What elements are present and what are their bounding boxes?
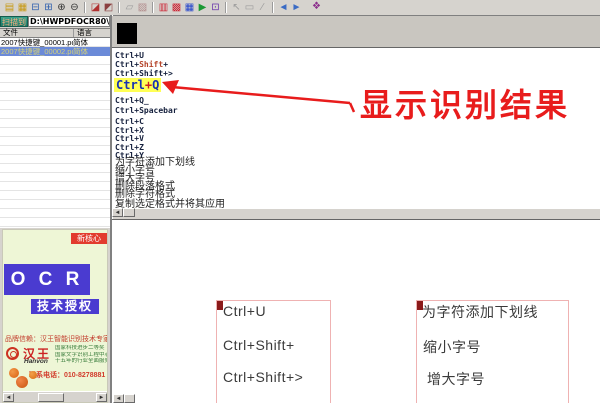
hanvon-ad-banner[interactable]: 新核心 O C R 技术授权 品牌信赖：汉王智能识别技术专家 汉王 Hanvon… bbox=[2, 229, 108, 403]
table-row-selected[interactable]: 2007快捷键_00002.pdf 简体 bbox=[0, 47, 110, 56]
ocr-app-window: ▤ ▦ ⊟ ⊞ ⊕ ⊖ ◪ ◩ ▱ ▨ ▥ ▩ ▦ ▶ ⊡ ↖ ▭ ∕ ◄ ► … bbox=[0, 0, 600, 403]
open-image-icon[interactable]: ▤ bbox=[3, 2, 16, 14]
annotation-label: 显示识别结果 bbox=[360, 80, 570, 126]
ad-phone-number: 联系电话：010-8278881 bbox=[29, 370, 105, 380]
ad-brand-name-en: Hanvon bbox=[24, 358, 48, 365]
file-list: 2007快捷键_00001.pdf 简体 2007快捷键_00002.pdf 简… bbox=[0, 38, 110, 228]
page-thumbnail-strip bbox=[112, 16, 600, 48]
image-text: 为字符添加下划线 bbox=[422, 302, 538, 322]
scroll-left-icon[interactable]: ◄ bbox=[3, 393, 14, 402]
recognition-zone[interactable]: 为字符添加下划线 缩小字号 增大字号 bbox=[416, 300, 569, 403]
toolbar-separator bbox=[225, 2, 227, 13]
result-line[interactable]: Ctrl+V bbox=[115, 134, 144, 143]
image-text: Ctrl+Shift+> bbox=[223, 369, 303, 385]
hanvon-logo-icon[interactable]: ❖ bbox=[310, 1, 323, 13]
ad-badge: 新核心 bbox=[71, 233, 107, 244]
pick-zone-icon[interactable]: ⊡ bbox=[209, 2, 222, 14]
table-row[interactable]: 2007快捷键_00001.pdf 简体 bbox=[0, 38, 110, 47]
file-language: 简体 bbox=[73, 38, 110, 47]
scrollbar-thumb[interactable] bbox=[38, 393, 64, 402]
textpane-horizontal-scrollbar[interactable]: ◄ bbox=[112, 208, 135, 217]
zone-image-icon[interactable]: ▩ bbox=[170, 2, 183, 14]
open-folder-icon[interactable]: ▦ bbox=[16, 2, 29, 14]
scan-page-icon[interactable]: ⊟ bbox=[29, 2, 42, 14]
ad-horizontal-scrollbar[interactable]: ◄ ► bbox=[3, 391, 107, 403]
file-table-header: 文件 语言 bbox=[0, 28, 110, 38]
result-line[interactable]: Ctrl+Shift+ bbox=[115, 60, 168, 69]
ad-credit-line: 国家科技进步二等奖 bbox=[55, 345, 108, 352]
toolbar-separator bbox=[272, 2, 274, 13]
ad-tagline: 品牌信赖：汉王智能识别技术专家 bbox=[5, 334, 107, 344]
image-text: Ctrl+U bbox=[223, 303, 266, 319]
zone-text-icon[interactable]: ▥ bbox=[157, 2, 170, 14]
scan-to-button[interactable]: 扫描到 bbox=[0, 16, 28, 27]
fruit-decoration bbox=[29, 371, 37, 379]
select-tool-icon: ▱ bbox=[123, 2, 136, 14]
toolbar-separator bbox=[84, 2, 86, 13]
scan-batch-icon[interactable]: ⊞ bbox=[42, 2, 55, 14]
pointer-icon: ↖ bbox=[230, 2, 243, 14]
suspect-char[interactable]: Shift bbox=[139, 60, 163, 69]
ad-credit-line: 十五年的行业全面服务 bbox=[55, 358, 108, 365]
scroll-left-icon[interactable]: ◄ bbox=[112, 208, 123, 217]
image-text: Ctrl+Shift+ bbox=[223, 337, 295, 353]
ad-subtitle: 技术授权 bbox=[31, 299, 99, 314]
clean-page-icon[interactable]: ◩ bbox=[102, 2, 115, 14]
scan-to-bar: 扫描到 D:\HWPDFOCR80\IMAG bbox=[0, 15, 110, 28]
scrollbar-thumb[interactable] bbox=[124, 394, 135, 403]
image-text: 缩小字号 bbox=[423, 337, 481, 357]
eraser-icon[interactable]: ◪ bbox=[89, 2, 102, 14]
column-header-file[interactable]: 文件 bbox=[0, 29, 74, 37]
result-line[interactable]: Ctrl+Spacebar bbox=[115, 106, 178, 115]
toolbar-separator bbox=[152, 2, 154, 13]
file-language: 简体 bbox=[73, 47, 110, 56]
fruit-decoration bbox=[16, 376, 28, 388]
page-thumbnail[interactable] bbox=[117, 23, 137, 44]
draw-line-icon: ∕ bbox=[256, 2, 269, 14]
ad-credentials: 国家科技进步二等奖 国家文字识别工程中心 十五年的行业全面服务 bbox=[55, 345, 108, 365]
column-header-language[interactable]: 语言 bbox=[74, 29, 110, 37]
zoom-out-icon[interactable]: ⊖ bbox=[68, 2, 81, 14]
scrollbar-thumb[interactable] bbox=[123, 208, 135, 217]
scanned-image-pane[interactable]: Ctrl+U Ctrl+Shift+ Ctrl+Shift+> 为字符添加下划线… bbox=[112, 219, 600, 403]
main-toolbar: ▤ ▦ ⊟ ⊞ ⊕ ⊖ ◪ ◩ ▱ ▨ ▥ ▩ ▦ ▶ ⊡ ↖ ▭ ∕ ◄ ► … bbox=[0, 0, 600, 16]
zone-table-icon[interactable]: ▦ bbox=[183, 2, 196, 14]
result-line-highlighted[interactable]: Ctrl+Q bbox=[114, 78, 161, 92]
recognize-icon[interactable]: ▶ bbox=[196, 2, 209, 14]
draw-rect-icon: ▭ bbox=[243, 2, 256, 14]
recognition-result-pane[interactable]: Ctrl+U Ctrl+Shift+ Ctrl+Shift+> Ctrl+Q C… bbox=[112, 47, 600, 209]
mark-tool-icon: ▨ bbox=[136, 2, 149, 14]
file-name: 2007快捷键_00001.pdf bbox=[0, 38, 73, 47]
toolbar-separator bbox=[118, 2, 120, 13]
file-name: 2007快捷键_00002.pdf bbox=[0, 47, 73, 56]
image-text: 增大字号 bbox=[427, 369, 485, 389]
scroll-right-icon[interactable]: ► bbox=[96, 393, 107, 402]
zoom-in-icon[interactable]: ⊕ bbox=[55, 2, 68, 14]
result-line[interactable]: Ctrl+C bbox=[115, 117, 144, 126]
prev-page-icon[interactable]: ◄ bbox=[277, 2, 290, 14]
result-line[interactable]: Ctrl+Shift+> bbox=[115, 69, 173, 78]
ad-ocr-title: O C R bbox=[4, 264, 90, 295]
scroll-left-icon[interactable]: ◄ bbox=[113, 394, 124, 403]
result-line[interactable]: Ctrl+U bbox=[115, 51, 144, 60]
imagepane-horizontal-scrollbar[interactable]: ◄ bbox=[113, 394, 135, 403]
result-line[interactable]: Ctrl+Q_ bbox=[115, 96, 149, 105]
recognition-zone[interactable]: Ctrl+U Ctrl+Shift+ Ctrl+Shift+> bbox=[216, 300, 331, 403]
next-page-icon[interactable]: ► bbox=[290, 2, 303, 14]
scan-path-field[interactable]: D:\HWPDFOCR80\IMAG bbox=[28, 16, 110, 27]
hanvon-circle-logo-icon bbox=[6, 347, 19, 360]
